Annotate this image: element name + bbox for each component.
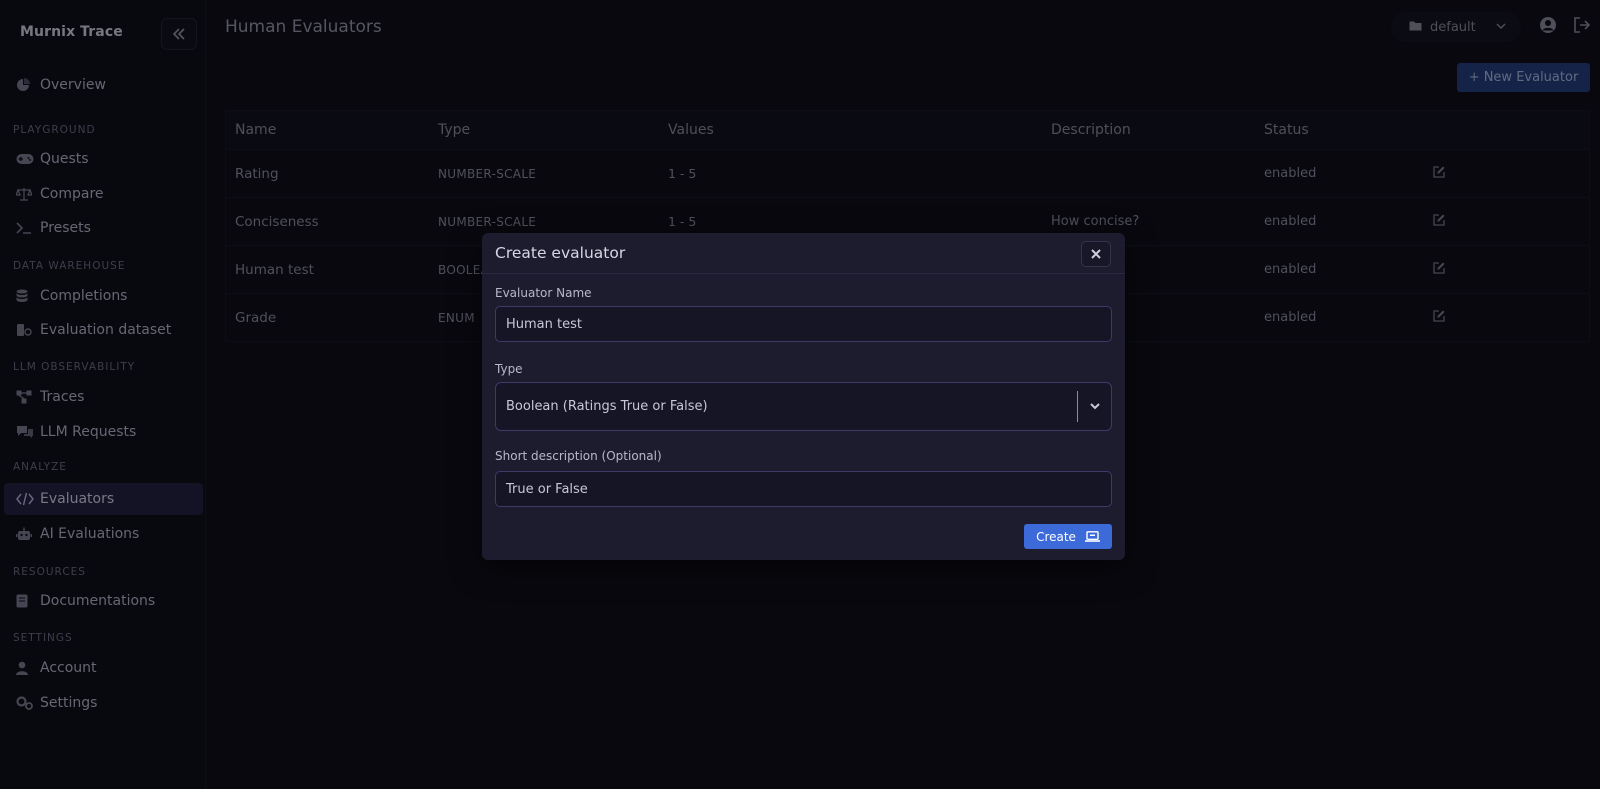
chevron-down-icon[interactable] <box>1089 400 1101 416</box>
create-button-label: Create <box>1036 529 1076 544</box>
create-evaluator-dialog: Create evaluator Evaluator Name Human te… <box>482 233 1125 560</box>
short-description-input[interactable]: True or False <box>495 471 1112 507</box>
close-button[interactable] <box>1081 241 1111 267</box>
create-button[interactable]: Create <box>1024 524 1112 549</box>
type-selected-value: Boolean (Ratings True or False) <box>506 399 708 414</box>
close-icon <box>1091 249 1101 259</box>
short-description-label: Short description (Optional) <box>495 449 662 463</box>
select-separator <box>1077 391 1078 422</box>
dialog-title: Create evaluator <box>482 233 1125 274</box>
evaluator-name-label: Evaluator Name <box>495 286 592 300</box>
type-select[interactable]: Boolean (Ratings True or False) <box>495 382 1112 431</box>
type-label: Type <box>495 362 523 376</box>
laptop-icon <box>1084 531 1100 542</box>
evaluator-name-input[interactable]: Human test <box>495 306 1112 342</box>
